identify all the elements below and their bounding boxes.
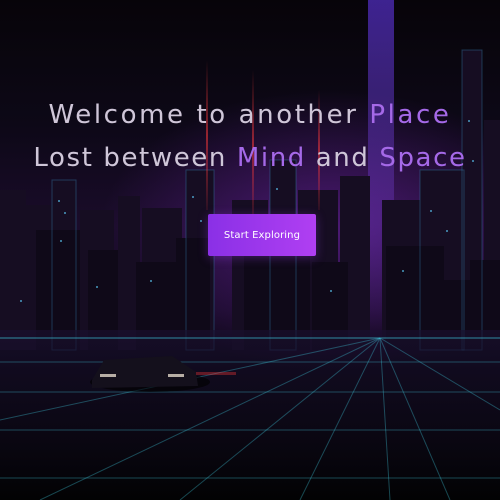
- hero-headline-line2: Lost between Mind and Space: [0, 143, 500, 173]
- headline-text: Lost between: [33, 143, 237, 173]
- headline-highlight-place: Place: [369, 100, 452, 130]
- headline-highlight-mind: Mind: [236, 143, 306, 173]
- hero-headline-line1: Welcome to another Place: [0, 100, 500, 130]
- road-surface: [0, 330, 500, 500]
- headline-highlight-space: Space: [379, 143, 467, 173]
- hero-section: Welcome to another Place Lost between Mi…: [0, 0, 500, 500]
- headline-text: and: [305, 143, 380, 173]
- start-exploring-button[interactable]: Start Exploring: [208, 214, 316, 256]
- headline-text: Welcome to another: [48, 100, 370, 130]
